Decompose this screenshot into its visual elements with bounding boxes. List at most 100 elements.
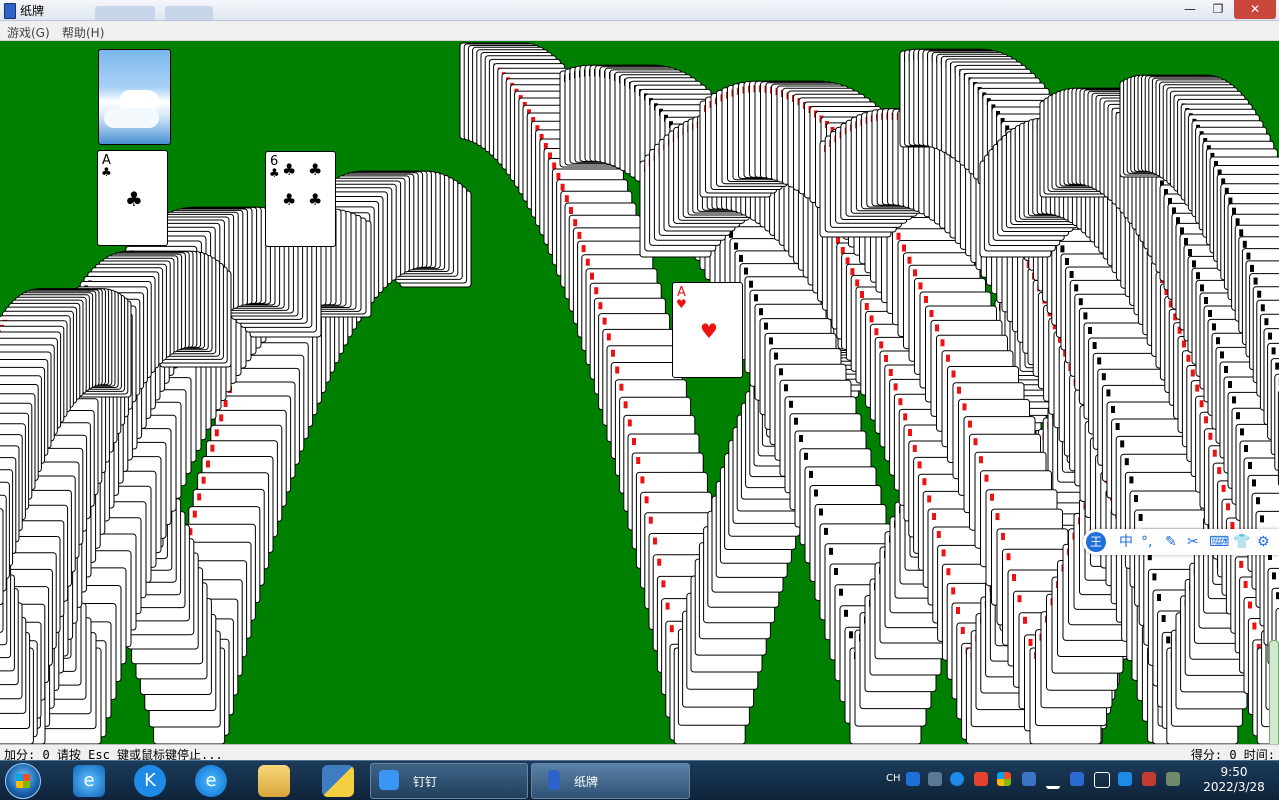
trail-card-index [1029,639,1033,646]
security-tray-icon[interactable] [974,772,988,786]
foundation-card-six-clubs[interactable]: 6 ♣ ♣ ♣ ♣ ♣ [265,151,336,247]
start-button[interactable] [5,763,41,799]
trail-card-index [774,353,778,360]
trail-card-index [1212,323,1216,330]
trail-card-index [946,355,950,362]
trail-card-index [1074,284,1078,291]
trail-card-index [855,279,859,286]
bouncing-card-ace-hearts: A ♥ ♥ [672,282,743,378]
sync-tray-icon[interactable] [1118,772,1132,786]
trail-card-index [1191,370,1195,377]
trail-card-index [903,413,907,420]
minimize-button[interactable]: — [1176,0,1204,19]
trail-card-index [908,429,912,436]
trail-card-index [850,268,854,275]
trail-card-index [1232,396,1236,403]
trail-card-index [1230,522,1234,529]
trail-card-index [968,421,972,428]
k-browser-icon[interactable]: K [134,765,166,797]
ime-punctuation-toggle[interactable]: °, [1141,533,1152,551]
trail-card-index [824,528,828,535]
volume-icon[interactable] [1094,772,1110,788]
club-icon: ♣ [308,162,322,178]
menu-game[interactable]: 游戏(G) [7,24,50,41]
trail-card-index [1192,260,1196,267]
trail-card-index [1001,533,1005,540]
trail-card-index [632,438,636,445]
trail-card-index [941,339,945,346]
trail-card-index [829,548,833,555]
trail-card-index [860,291,864,298]
pinwheel-tray-icon[interactable] [997,772,1011,786]
trail-card-index [594,287,598,294]
power-tray-icon[interactable] [1142,772,1156,786]
trail-card-index [670,625,674,632]
k-tray-icon[interactable] [950,772,964,786]
trail-card-index [1272,572,1276,579]
trail-card-index [565,195,569,202]
bluetooth-icon[interactable] [1022,772,1036,786]
club-icon: ♣ [269,167,280,179]
background-window-tab [95,6,155,20]
close-button[interactable]: ✕ [1234,0,1276,19]
trail-card-index [628,419,632,426]
language-indicator[interactable]: CH [886,773,901,784]
trail-card-index [749,281,753,288]
ie-icon[interactable]: e [73,765,105,797]
maximize-button[interactable]: ❐ [1204,0,1232,19]
ime-tray-icon[interactable] [906,772,920,786]
menu-help[interactable]: 帮助(H) [62,24,104,41]
trail-card-index [956,607,960,614]
skin-icon[interactable]: 👕 [1233,533,1250,551]
taskbar-task-dingtalk[interactable]: 钉钉 [370,763,528,799]
trail-card-index [603,318,607,325]
clock[interactable]: 9:50 2022/3/28 [1198,765,1270,795]
stock-pile[interactable] [98,49,171,145]
pen-icon[interactable]: ✎ [1165,533,1177,551]
game-area[interactable]: A ♣ ♣ 6 ♣ ♣ ♣ ♣ ♣ A ♥ ♥ [0,41,1279,744]
side-scroll-handle[interactable] [1269,640,1279,757]
signal-icon[interactable] [1046,772,1060,789]
trail-card-index [764,323,768,330]
trail-card-index [839,589,843,596]
ime-logo-icon[interactable]: 王 [1086,532,1106,552]
trail-card-index [922,478,926,485]
trail-card-index [1236,412,1240,419]
foundation-card-ace-clubs[interactable]: A ♣ ♣ [97,150,168,246]
trail-card-index [611,350,615,357]
card-cascade-animation [0,41,1279,744]
trail-card-index [874,328,878,335]
scissors-icon[interactable]: ✂ [1187,533,1199,551]
trail-card-index [990,494,994,501]
explorer-folder-icon[interactable] [258,765,290,797]
network-tray-icon[interactable] [1166,772,1180,786]
trail-card-index [894,383,898,390]
trail-card-index [624,401,628,408]
trail-card-index [799,435,803,442]
trail-card-index [197,493,201,500]
keyboard-icon[interactable]: ⌨ [1209,533,1229,551]
ime-option-icon[interactable] [928,772,942,786]
settings-icon[interactable]: ⚙ [1257,533,1270,551]
ime-toolbar[interactable]: 王 中 °, ✎ ✂ ⌨ 👕 ⚙ [1083,529,1279,555]
trail-card-index [206,461,210,468]
clock-time: 9:50 [1198,765,1270,780]
trail-card-index [879,341,883,348]
trail-card-index [1228,381,1232,388]
shield-icon[interactable] [1070,772,1084,786]
trail-card-index [744,268,748,275]
trail-card-index [1232,208,1236,215]
ime-mode-toggle[interactable]: 中 [1119,533,1133,551]
trail-card-index [640,476,644,483]
club-icon: ♣ [125,187,143,211]
python-icon[interactable] [322,765,354,797]
taskbar-task-solitaire[interactable]: 纸牌 [531,763,690,799]
trail-card-index [919,282,923,289]
trail-card-index [942,549,946,556]
trail-card-index [1134,495,1138,502]
edge-icon[interactable]: e [195,765,227,797]
trail-card-index [913,445,917,452]
trail-card-index [734,243,738,250]
trail-card-index [1204,416,1208,423]
trail-card-index [1070,271,1074,278]
